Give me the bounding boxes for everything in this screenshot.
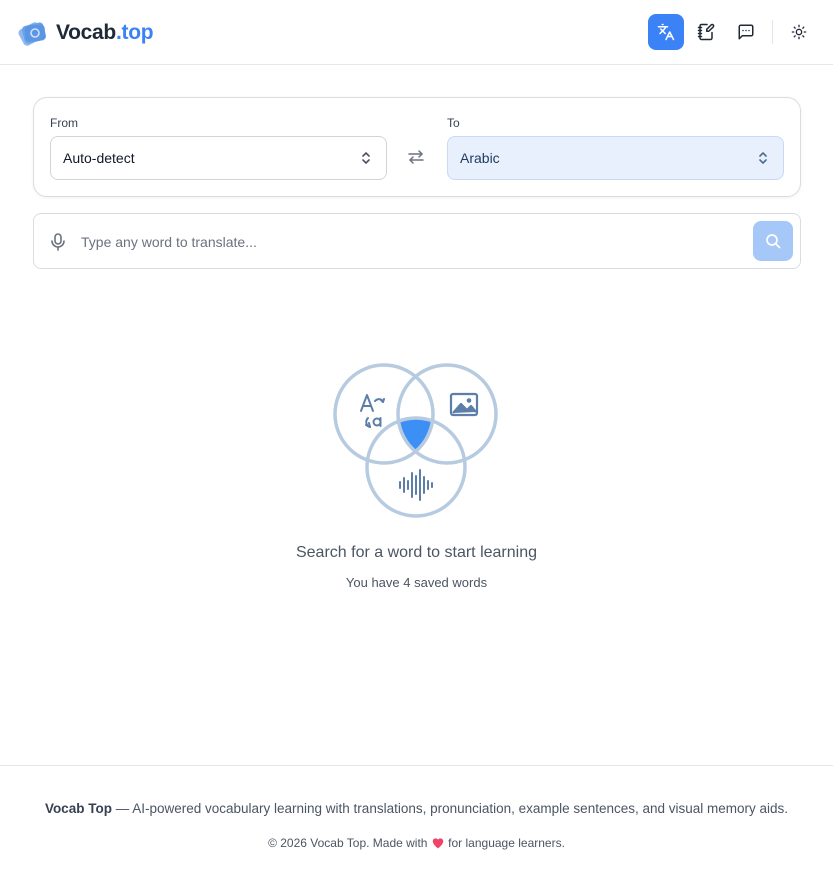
language-selector-card: From Auto-detect To Arabic [33, 97, 801, 197]
image-icon [449, 392, 479, 417]
venn-illustration [333, 363, 498, 518]
to-label: To [447, 116, 460, 130]
footer-copyright: © 2026 Vocab Top. Made with for language… [268, 836, 565, 850]
audio-waveform-icon [399, 469, 433, 501]
to-language-select[interactable]: Arabic [447, 136, 784, 180]
brand-name: Vocab.top [56, 21, 154, 44]
search-bar [33, 213, 801, 269]
microphone-icon[interactable] [50, 233, 66, 251]
page-footer: Vocab Top — AI-powered vocabulary learni… [0, 765, 833, 882]
search-button[interactable] [753, 221, 793, 261]
search-icon [766, 234, 781, 249]
notebook-button[interactable] [688, 14, 724, 50]
sun-theme-icon [791, 24, 807, 40]
translate-icon [657, 23, 675, 41]
chevron-up-down-icon [759, 152, 767, 164]
footer-brand: Vocab Top [44, 801, 112, 816]
to-language-value: Arabic [460, 150, 500, 166]
edit-notebook-icon [697, 23, 715, 41]
theme-toggle-button[interactable] [781, 14, 817, 50]
from-label: From [50, 116, 78, 130]
translate-button[interactable] [648, 14, 684, 50]
header-divider [772, 20, 773, 44]
empty-state-title: Search for a word to start learning [295, 544, 537, 561]
heart-icon [432, 838, 444, 849]
venn-circle-image [396, 363, 498, 465]
swap-languages-icon[interactable] [408, 149, 424, 165]
language-glyph-icon [360, 394, 385, 428]
cards-logo-icon [18, 22, 47, 46]
chevron-up-down-icon [362, 152, 370, 164]
logo[interactable]: Vocab.top [16, 16, 154, 50]
footer-description: Vocab Top — AI-powered vocabulary learni… [44, 801, 789, 816]
from-language-select[interactable]: Auto-detect [50, 136, 387, 180]
app-header: Vocab.top [0, 0, 833, 65]
saved-words-count: You have 4 saved words [345, 575, 488, 590]
venn-circle-translate [333, 363, 435, 465]
chat-icon [738, 24, 754, 40]
from-language-value: Auto-detect [63, 150, 135, 166]
word-search-input[interactable] [81, 228, 741, 256]
chat-button[interactable] [728, 14, 764, 50]
